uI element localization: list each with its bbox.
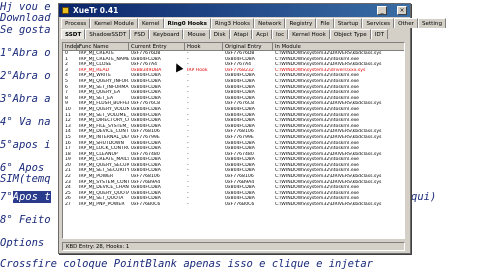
xuetr-window: XueTr 0.41 _ × Process Kernel Module Kerne… bbox=[58, 3, 446, 254]
status-bar: KBD Entry: 28, Hooks: 1 bbox=[62, 242, 405, 251]
tab-setting[interactable]: Setting bbox=[417, 18, 446, 28]
column-header-func-name[interactable]: Func Name bbox=[77, 43, 129, 51]
main-tab-row: Process Kernel Module Kernel Ring0 Hooks Rin… bbox=[61, 18, 446, 28]
cell-name: IRP_MJ_PNP_POWER bbox=[79, 202, 125, 208]
tab-fsd[interactable]: FSD bbox=[130, 29, 150, 39]
tab-registry[interactable]: Registry bbox=[285, 18, 317, 28]
tab-startup[interactable]: Startup bbox=[333, 18, 363, 28]
bg-line: 3°Abra a bbox=[0, 93, 51, 105]
tab-process[interactable]: Process bbox=[61, 18, 91, 28]
list-header: Index Func Name Current Entry Hook Original … bbox=[63, 43, 404, 51]
column-header-index[interactable]: Index bbox=[63, 43, 80, 51]
tab-shadowssdt[interactable]: ShadowSSDT bbox=[85, 29, 131, 39]
app-icon bbox=[62, 7, 69, 14]
bg-right-fragment: qui) bbox=[411, 191, 437, 203]
bg-line-7: 7°Apos t bbox=[0, 191, 51, 203]
bg-line: Options bbox=[0, 237, 45, 249]
bg-line: 1°Abra o bbox=[0, 47, 51, 59]
tab-mouse[interactable]: Mouse bbox=[183, 29, 210, 39]
column-header-current-entry[interactable]: Current Entry bbox=[129, 43, 185, 51]
tab-disk[interactable]: Disk bbox=[209, 29, 230, 39]
bg-line: Crossfire coloque PointBlank apenas isso… bbox=[0, 258, 373, 270]
tab-ring3-hooks[interactable]: Ring3 Hooks bbox=[210, 18, 255, 28]
tab-ring0-hooks[interactable]: Ring0 Hooks bbox=[163, 18, 211, 28]
tab-idt[interactable]: IDT bbox=[370, 29, 389, 39]
close-button[interactable]: × bbox=[397, 6, 407, 15]
bg-line-7-prefix: 7° bbox=[0, 191, 13, 203]
tab-atapi[interactable]: Atapi bbox=[229, 29, 253, 39]
column-header-hook[interactable]: Hook bbox=[185, 43, 223, 51]
bg-line: 8° Feito bbox=[0, 214, 51, 226]
tab-other[interactable]: Other bbox=[394, 18, 418, 28]
column-header-in-module[interactable]: In Module bbox=[273, 43, 404, 51]
tab-kernel-module[interactable]: Kernel Module bbox=[90, 18, 138, 28]
tab-object-type[interactable]: Object Type bbox=[329, 29, 371, 39]
tab-acpi[interactable]: Acpi bbox=[252, 29, 273, 39]
table-row[interactable]: 27 IRP_MJ_PNP_POWER 0xF776B0C6 - 0xF776B0C6 C… bbox=[63, 202, 404, 208]
tab-kernel[interactable]: Kernel bbox=[137, 18, 164, 28]
tab-file[interactable]: File bbox=[316, 18, 334, 28]
bg-line: SIM(temq bbox=[0, 173, 51, 185]
cell-mod: C:\WINDOWS\system32\DRIVERS\kbdclass.sys bbox=[275, 202, 382, 208]
bg-line: Se gosta bbox=[0, 24, 51, 36]
bg-line: 2°Abra o bbox=[0, 70, 51, 82]
tab-services[interactable]: Services bbox=[362, 18, 395, 28]
sub-tab-row: SSDT ShadowSSDT FSD Keyboard Mouse Disk Atapi A… bbox=[61, 29, 389, 39]
bg-line: 4° Va na bbox=[0, 116, 51, 128]
cell-orig: 0xF776B0C6 bbox=[225, 202, 255, 208]
bg-line-7-selection: Apos t bbox=[12, 191, 51, 203]
cell-idx: 27 bbox=[65, 202, 71, 208]
title-bar[interactable]: XueTr 0.41 _ × bbox=[59, 4, 410, 17]
minimize-button[interactable]: _ bbox=[377, 6, 387, 15]
list-rows: 0 IRP_MJ_CREATE 0xF77676D8-0xF77676D8 C:\WI… bbox=[63, 51, 404, 208]
bg-line: 5°apos i bbox=[0, 139, 51, 151]
window-title: XueTr 0.41 bbox=[73, 6, 119, 15]
tab-ioc[interactable]: Ioc bbox=[272, 29, 289, 39]
tab-keyboard[interactable]: Keyboard bbox=[149, 29, 184, 39]
tab-network[interactable]: Network bbox=[254, 18, 286, 28]
bg-line: Download bbox=[0, 12, 51, 24]
tab-ssdt[interactable]: SSDT bbox=[61, 29, 86, 39]
hooks-list-view[interactable]: Index Func Name Current Entry Hook Original … bbox=[62, 42, 405, 239]
cell-cur: 0xF776B0C6 bbox=[131, 202, 161, 208]
tab-kernel-hook[interactable]: Kernel Hook bbox=[288, 29, 330, 39]
cell-hook: - bbox=[187, 202, 189, 208]
column-header-original-entry[interactable]: Original Entry bbox=[223, 43, 273, 51]
